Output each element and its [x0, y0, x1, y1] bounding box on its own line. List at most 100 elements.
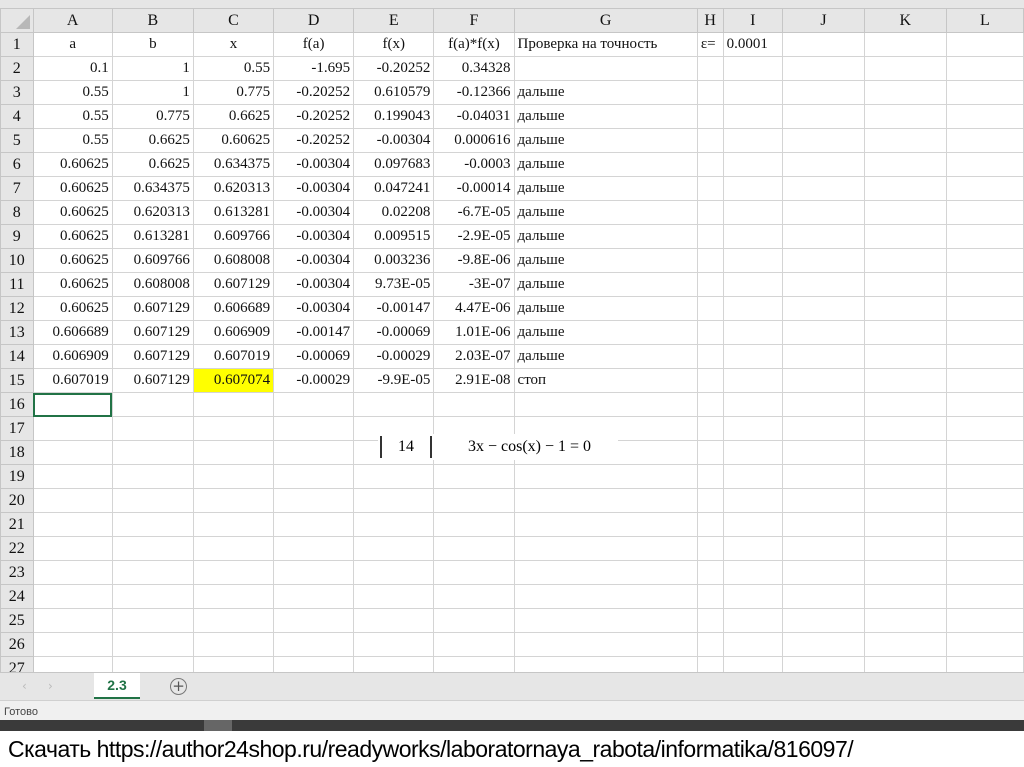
- cell-G8[interactable]: дальше: [513, 200, 698, 225]
- cell-K14[interactable]: [863, 344, 947, 369]
- column-header-H[interactable]: H: [696, 8, 724, 33]
- cell-B3[interactable]: 1: [111, 80, 194, 105]
- cell-H12[interactable]: [696, 296, 724, 321]
- cell-D5[interactable]: -0.20252: [273, 128, 355, 153]
- cell-F15[interactable]: 2.91E-08: [433, 368, 515, 393]
- cell-D9[interactable]: -0.00304: [273, 224, 355, 249]
- row-header-10[interactable]: 10: [0, 248, 34, 273]
- cell-I19[interactable]: [722, 464, 784, 489]
- cell-F27[interactable]: [433, 656, 515, 672]
- cell-B19[interactable]: [111, 464, 194, 489]
- cell-F23[interactable]: [433, 560, 515, 585]
- cell-C9[interactable]: 0.609766: [192, 224, 275, 249]
- cell-B17[interactable]: [111, 416, 194, 441]
- cell-A10[interactable]: 0.60625: [32, 248, 113, 273]
- column-header-L[interactable]: L: [945, 8, 1024, 33]
- cell-H26[interactable]: [696, 632, 724, 657]
- cell-C7[interactable]: 0.620313: [192, 176, 275, 201]
- row-header-13[interactable]: 13: [0, 320, 34, 345]
- cell-I11[interactable]: [722, 272, 784, 297]
- cell-K22[interactable]: [863, 536, 947, 561]
- cell-H20[interactable]: [696, 488, 724, 513]
- next-sheet-icon[interactable]: ›: [48, 679, 53, 693]
- cell-J23[interactable]: [782, 560, 865, 585]
- column-header-G[interactable]: G: [513, 8, 698, 33]
- cell-A19[interactable]: [32, 464, 113, 489]
- cell-I18[interactable]: [722, 440, 784, 465]
- column-header-K[interactable]: K: [863, 8, 947, 33]
- cell-F4[interactable]: -0.04031: [433, 104, 515, 129]
- cell-E16[interactable]: [353, 392, 435, 417]
- column-header-A[interactable]: A: [32, 8, 113, 33]
- cell-A21[interactable]: [32, 512, 113, 537]
- cell-K13[interactable]: [863, 320, 947, 345]
- cell-L26[interactable]: [945, 632, 1024, 657]
- cell-B14[interactable]: 0.607129: [111, 344, 194, 369]
- cell-B10[interactable]: 0.609766: [111, 248, 194, 273]
- cell-A14[interactable]: 0.606909: [32, 344, 113, 369]
- cell-G9[interactable]: дальше: [513, 224, 698, 249]
- cell-D18[interactable]: [273, 440, 355, 465]
- cell-H14[interactable]: [696, 344, 724, 369]
- cell-K10[interactable]: [863, 248, 947, 273]
- cell-I10[interactable]: [722, 248, 784, 273]
- cell-J16[interactable]: [782, 392, 865, 417]
- cell-J5[interactable]: [782, 128, 865, 153]
- cell-I20[interactable]: [722, 488, 784, 513]
- cell-A1[interactable]: a: [32, 32, 113, 57]
- cell-K27[interactable]: [863, 656, 947, 672]
- cell-J15[interactable]: [782, 368, 865, 393]
- cell-L17[interactable]: [945, 416, 1024, 441]
- cell-D2[interactable]: -1.695: [273, 56, 355, 81]
- cell-H3[interactable]: [696, 80, 724, 105]
- cell-F6[interactable]: -0.0003: [433, 152, 515, 177]
- cell-H25[interactable]: [696, 608, 724, 633]
- cell-I16[interactable]: [722, 392, 784, 417]
- cell-K7[interactable]: [863, 176, 947, 201]
- cell-B22[interactable]: [111, 536, 194, 561]
- row-header-4[interactable]: 4: [0, 104, 34, 129]
- cell-C8[interactable]: 0.613281: [192, 200, 275, 225]
- cell-C19[interactable]: [192, 464, 275, 489]
- row-header-3[interactable]: 3: [0, 80, 34, 105]
- cell-E22[interactable]: [353, 536, 435, 561]
- cell-B18[interactable]: [111, 440, 194, 465]
- cell-I15[interactable]: [722, 368, 784, 393]
- cell-G7[interactable]: дальше: [513, 176, 698, 201]
- cell-B8[interactable]: 0.620313: [111, 200, 194, 225]
- cell-H17[interactable]: [696, 416, 724, 441]
- cell-H8[interactable]: [696, 200, 724, 225]
- cell-A25[interactable]: [32, 608, 113, 633]
- cell-E6[interactable]: 0.097683: [353, 152, 435, 177]
- cell-G11[interactable]: дальше: [513, 272, 698, 297]
- cell-I2[interactable]: [722, 56, 784, 81]
- cell-K6[interactable]: [863, 152, 947, 177]
- cell-L8[interactable]: [945, 200, 1024, 225]
- cell-D17[interactable]: [273, 416, 355, 441]
- cell-E9[interactable]: 0.009515: [353, 224, 435, 249]
- row-header-11[interactable]: 11: [0, 272, 34, 297]
- worksheet-table[interactable]: ABCDEFGHIJKL 1 a b x f(a) f(x) f(a)*f(x) Провер…: [0, 8, 1024, 672]
- row-header-15[interactable]: 15: [0, 368, 34, 393]
- cell-I1[interactable]: 0.0001: [722, 32, 784, 57]
- cell-L19[interactable]: [945, 464, 1024, 489]
- cell-B20[interactable]: [111, 488, 194, 513]
- cell-A8[interactable]: 0.60625: [32, 200, 113, 225]
- scroll-thumb[interactable]: [204, 720, 232, 731]
- cell-I3[interactable]: [722, 80, 784, 105]
- cell-F14[interactable]: 2.03E-07: [433, 344, 515, 369]
- cell-C4[interactable]: 0.6625: [192, 104, 275, 129]
- cell-A13[interactable]: 0.606689: [32, 320, 113, 345]
- cell-H23[interactable]: [696, 560, 724, 585]
- cell-F3[interactable]: -0.12366: [433, 80, 515, 105]
- cell-H15[interactable]: [696, 368, 724, 393]
- row-header-5[interactable]: 5: [0, 128, 34, 153]
- cell-K15[interactable]: [863, 368, 947, 393]
- select-all-corner[interactable]: [0, 8, 34, 33]
- cell-G19[interactable]: [513, 464, 698, 489]
- cell-B11[interactable]: 0.608008: [111, 272, 194, 297]
- cell-J4[interactable]: [782, 104, 865, 129]
- column-header-D[interactable]: D: [273, 8, 355, 33]
- cell-E20[interactable]: [353, 488, 435, 513]
- cell-K24[interactable]: [863, 584, 947, 609]
